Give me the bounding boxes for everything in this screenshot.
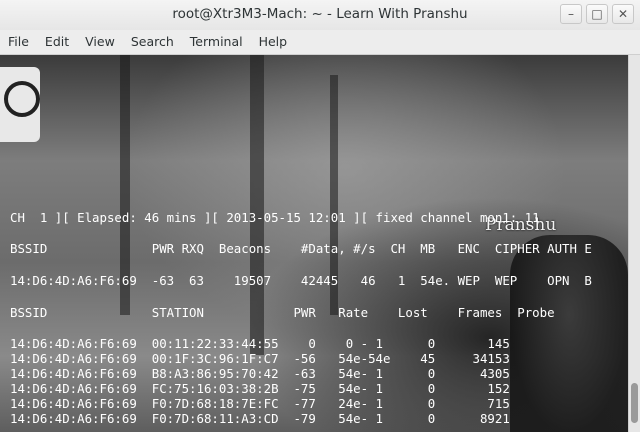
menu-view[interactable]: View — [77, 30, 123, 54]
scrollbar-thumb[interactable] — [631, 383, 638, 423]
ap-table-row: 14:D6:4D:A6:F6:69 -63 63 19507 42445 46 … — [10, 273, 592, 288]
terminal-window: root@Xtr3M3-Mach: ~ - Learn With Pranshu… — [0, 0, 640, 432]
menu-bar: File Edit View Search Terminal Help — [0, 30, 640, 55]
menu-help[interactable]: Help — [251, 30, 296, 54]
menu-edit[interactable]: Edit — [37, 30, 77, 54]
menu-search[interactable]: Search — [123, 30, 182, 54]
station-table-row: 14:D6:4D:A6:F6:69 B8:A3:86:95:70:42 -63 … — [10, 366, 510, 381]
ap-table-header: BSSID PWR RXQ Beacons #Data, #/s CH MB E… — [10, 241, 592, 256]
station-table-row: 14:D6:4D:A6:F6:69 00:11:22:33:44:55 0 0 … — [10, 336, 510, 351]
station-table-row: 14:D6:4D:A6:F6:69 F0:7D:68:18:7E:FC -77 … — [10, 396, 510, 411]
menu-terminal[interactable]: Terminal — [182, 30, 251, 54]
background-person — [510, 235, 628, 432]
background-sign — [0, 67, 40, 142]
maximize-button[interactable]: □ — [586, 4, 608, 24]
maximize-icon: □ — [591, 7, 603, 21]
terminal-output[interactable]: Pranshu CH 1 ][ Elapsed: 46 mins ][ 2013… — [0, 55, 628, 432]
window-title: root@Xtr3M3-Mach: ~ - Learn With Pranshu — [172, 6, 468, 22]
status-line: CH 1 ][ Elapsed: 46 mins ][ 2013-05-15 1… — [10, 210, 540, 225]
close-button[interactable]: ✕ — [612, 4, 634, 24]
minimize-button[interactable]: – — [560, 4, 582, 24]
station-table-row: 14:D6:4D:A6:F6:69 FC:75:16:03:38:2B -75 … — [10, 381, 510, 396]
station-table-row: 14:D6:4D:A6:F6:69 00:1F:3C:96:1F:C7 -56 … — [10, 351, 510, 366]
menu-file[interactable]: File — [0, 30, 37, 54]
vertical-scrollbar[interactable] — [628, 55, 640, 432]
close-icon: ✕ — [617, 7, 629, 21]
station-table-header: BSSID STATION PWR Rate Lost Frames Probe — [10, 305, 555, 320]
title-bar[interactable]: root@Xtr3M3-Mach: ~ - Learn With Pranshu… — [0, 0, 640, 31]
station-table-row: 14:D6:4D:A6:F6:69 F0:7D:68:11:A3:CD -79 … — [10, 411, 510, 426]
window-controls: – □ ✕ — [560, 4, 634, 24]
minimize-icon: – — [568, 7, 574, 21]
